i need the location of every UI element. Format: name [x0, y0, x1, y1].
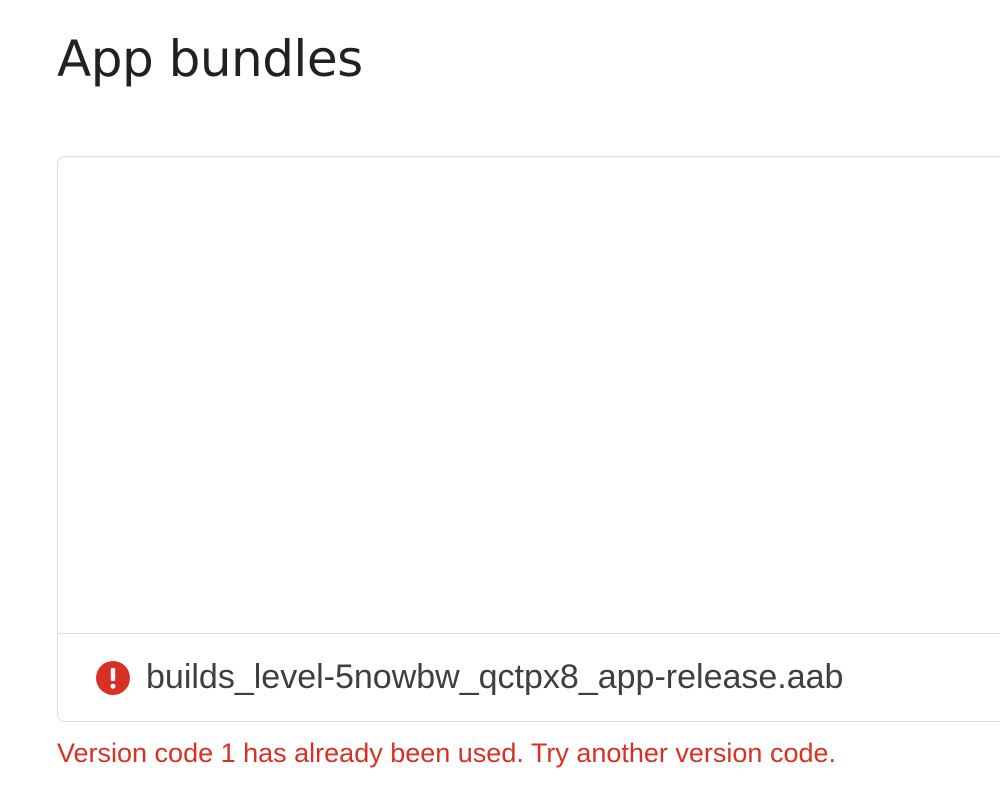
page-title: App bundles: [57, 30, 363, 88]
app-bundle-upload-card: builds_level-5nowbw_qctpx8_app-release.a…: [57, 156, 1000, 722]
bundle-drop-area[interactable]: [58, 157, 1000, 633]
error-icon: [96, 661, 130, 695]
upload-error-message: Version code 1 has already been used. Tr…: [57, 738, 836, 768]
uploaded-file-row: builds_level-5nowbw_qctpx8_app-release.a…: [58, 633, 1000, 722]
uploaded-file-name: builds_level-5nowbw_qctpx8_app-release.a…: [146, 658, 844, 696]
